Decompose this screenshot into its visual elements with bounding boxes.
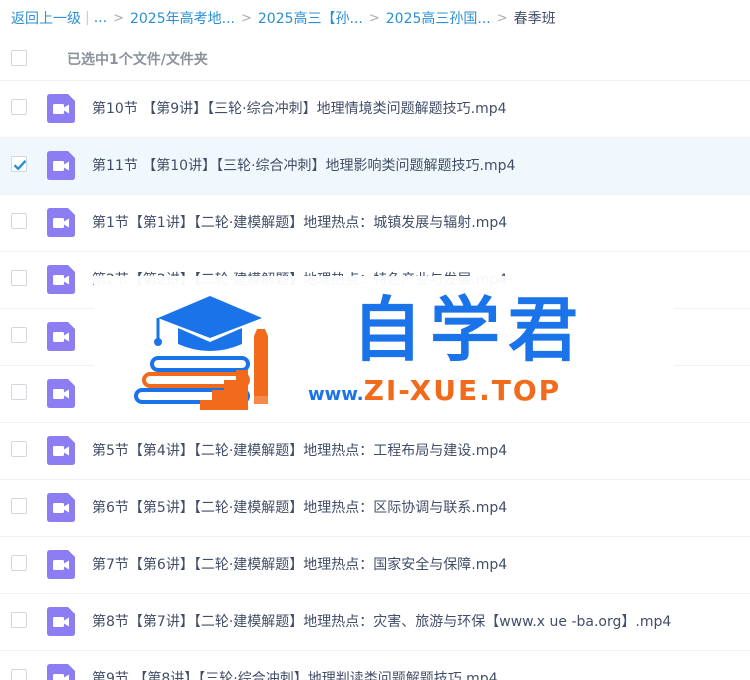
file-checkbox[interactable] — [11, 669, 27, 680]
video-file-icon — [47, 208, 75, 237]
watermark-url-prefix: www. — [308, 384, 364, 405]
watermark-brand: 自学君 — [352, 289, 586, 371]
file-checkbox[interactable] — [11, 270, 27, 286]
file-checkbox[interactable] — [11, 384, 27, 400]
file-name[interactable]: 第6节【第5讲】【二轮·建模解题】地理热点：区际协调与联系.mp4 — [92, 497, 507, 517]
file-row[interactable]: 第8节【第7讲】【二轮·建模解题】地理热点：灾害、旅游与环保【www.x ue … — [0, 594, 750, 651]
video-file-icon — [47, 94, 75, 123]
breadcrumb-item-1[interactable]: 2025年高考地... — [130, 8, 235, 28]
selection-status: 已选中1个文件/文件夹 — [67, 52, 208, 68]
breadcrumb-item-3[interactable]: 2025高三孙国... — [386, 8, 491, 28]
graduation-books-logo — [134, 296, 268, 410]
file-checkbox[interactable] — [11, 498, 27, 514]
file-row[interactable]: 第10节 【第9讲】【三轮·综合冲刺】地理情境类问题解题技巧.mp4 — [0, 81, 750, 138]
file-checkbox[interactable] — [11, 99, 27, 115]
video-file-icon — [47, 436, 75, 465]
video-file-icon — [47, 550, 75, 579]
chevron-right-icon: > — [496, 10, 508, 26]
file-row[interactable]: 第5节【第4讲】【二轮·建模解题】地理热点：工程布局与建设.mp4 — [0, 423, 750, 480]
video-file-icon — [47, 265, 75, 294]
file-checkbox[interactable] — [11, 555, 27, 571]
file-name[interactable]: 第11节 【第10讲】【三轮·综合冲刺】地理影响类问题解题技巧.mp4 — [92, 155, 515, 175]
watermark-url: www.ZI-XUE.TOP — [308, 376, 561, 410]
breadcrumb: 返回上一级 | ... > 2025年高考地... > 2025高三【孙... … — [11, 8, 556, 28]
select-all-row: 已选中1个文件/文件夹 — [0, 36, 750, 81]
breadcrumb-divider: | — [85, 10, 90, 26]
watermark: 自学君 www.ZI-XUE.TOP — [94, 276, 674, 416]
breadcrumb-ellipsis[interactable]: ... — [94, 10, 107, 26]
file-browser: 返回上一级 | ... > 2025年高考地... > 2025高三【孙... … — [0, 0, 750, 680]
file-row[interactable]: 第1节【第1讲】【二轮·建模解题】地理热点：城镇发展与辐射.mp4 — [0, 195, 750, 252]
check-icon — [13, 159, 27, 171]
file-name[interactable]: 第10节 【第9讲】【三轮·综合冲刺】地理情境类问题解题技巧.mp4 — [92, 98, 507, 118]
chevron-right-icon: > — [113, 10, 124, 26]
chevron-right-icon: > — [368, 10, 380, 26]
watermark-url-domain: ZI-XUE.TOP — [363, 374, 562, 407]
video-file-icon — [47, 607, 75, 636]
file-name[interactable]: 第1节【第1讲】【二轮·建模解题】地理热点：城镇发展与辐射.mp4 — [92, 212, 507, 232]
breadcrumb-current: 春季班 — [513, 11, 556, 27]
video-file-icon — [47, 322, 75, 351]
file-name[interactable]: 第8节【第7讲】【二轮·建模解题】地理热点：灾害、旅游与环保【www.x ue … — [92, 611, 671, 631]
file-name[interactable]: 第5节【第4讲】【二轮·建模解题】地理热点：工程布局与建设.mp4 — [92, 440, 507, 460]
chevron-right-icon: > — [240, 10, 252, 26]
file-checkbox[interactable] — [11, 612, 27, 628]
file-row[interactable]: 第7节【第6讲】【二轮·建模解题】地理热点：国家安全与保障.mp4 — [0, 537, 750, 594]
video-file-icon — [47, 151, 75, 180]
video-file-icon — [47, 664, 75, 680]
file-checkbox[interactable] — [11, 213, 27, 229]
file-row[interactable]: 第11节 【第10讲】【三轮·综合冲刺】地理影响类问题解题技巧.mp4 — [0, 138, 750, 195]
file-checkbox[interactable] — [11, 327, 27, 343]
file-checkbox[interactable] — [11, 156, 27, 172]
file-checkbox[interactable] — [11, 441, 27, 457]
file-name[interactable]: 第7节【第6讲】【二轮·建模解题】地理热点：国家安全与保障.mp4 — [92, 554, 507, 574]
video-file-icon — [47, 493, 75, 522]
file-name[interactable]: 第9节 【第8讲】【三轮·综合冲刺】地理判读类问题解题技巧.mp4 — [92, 668, 498, 680]
breadcrumb-item-2[interactable]: 2025高三【孙... — [258, 8, 363, 28]
file-row[interactable]: 第9节 【第8讲】【三轮·综合冲刺】地理判读类问题解题技巧.mp4 — [0, 651, 750, 680]
select-all-checkbox[interactable] — [11, 50, 27, 66]
file-row[interactable]: 第6节【第5讲】【二轮·建模解题】地理热点：区际协调与联系.mp4 — [0, 480, 750, 537]
back-link[interactable]: 返回上一级 — [11, 8, 81, 28]
video-file-icon — [47, 379, 75, 408]
